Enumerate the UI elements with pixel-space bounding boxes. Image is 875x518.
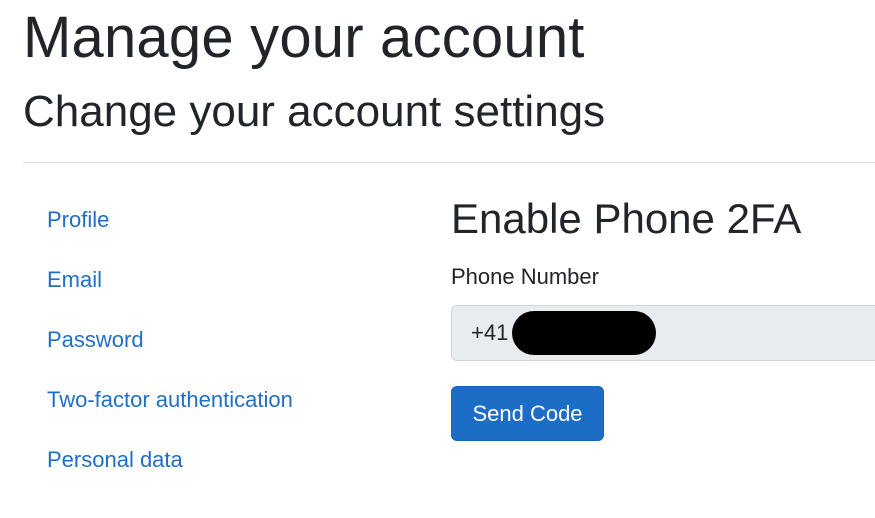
nav-item-email: Email [35,260,305,320]
phone-country-prefix: +41 [471,320,509,345]
nav-item-personal-data: Personal data [35,440,305,500]
nav-link-personal-data[interactable]: Personal data [35,440,305,500]
nav-item-profile: Profile [35,200,305,260]
nav-link-two-factor-authentication[interactable]: Two-factor authentication [35,380,305,440]
phone-number-input[interactable]: +41 [451,305,875,361]
phone-number-label: Phone Number [451,264,599,289]
redacted-phone-number [512,311,657,355]
section-heading: Enable Phone 2FA [451,195,802,242]
nav-item-two-factor: Two-factor authentication [35,380,305,440]
page-subtitle: Change your account settings [23,87,606,136]
nav-link-email[interactable]: Email [35,260,305,320]
page-title: Manage your account [23,5,585,70]
send-code-button[interactable]: Send Code [451,386,604,441]
nav-link-password[interactable]: Password [35,320,305,380]
account-nav: Profile Email Password Two-factor authen… [35,200,305,500]
header-divider [23,162,875,163]
nav-item-password: Password [35,320,305,380]
nav-link-profile[interactable]: Profile [35,200,305,260]
